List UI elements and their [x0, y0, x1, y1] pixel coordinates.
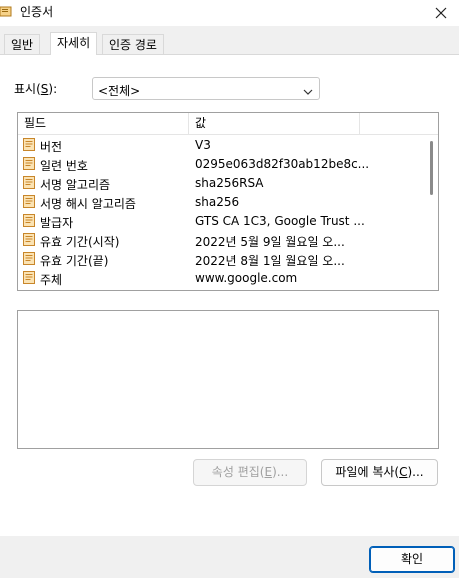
list-item[interactable]: 서명 알고리즘 sha256RSA: [18, 174, 428, 193]
certificate-field-icon: [23, 195, 36, 209]
row-field-name: 주체: [40, 273, 63, 287]
list-item[interactable]: 발급자 GTS CA 1C3, Google Trust ...: [18, 212, 428, 231]
row-field-value: 0295e063d82f30ab12be8c...: [195, 157, 370, 171]
certificate-field-icon: [23, 271, 36, 285]
row-field-value: www.google.com: [195, 271, 298, 285]
row-field-name: 유효 기간(시작): [40, 235, 120, 249]
list-item[interactable]: 서명 해시 알고리즘 sha256: [18, 193, 428, 212]
row-field-value: sha256: [195, 195, 240, 209]
list-rows: 버전 V3 일련 번호 0295e063d82f30ab12be8c... 서명 알고리…: [18, 136, 428, 288]
list-item[interactable]: 주체 www.google.com: [18, 269, 428, 288]
row-field-value: 2022년 8월 1일 월요일 오...: [195, 254, 345, 268]
title-bar: 인증서: [0, 0, 459, 26]
certificate-icon: [0, 6, 12, 18]
scroll-thumb[interactable]: [430, 141, 433, 195]
tab-general[interactable]: 일반: [4, 34, 41, 54]
row-field-name: 일련 번호: [40, 159, 88, 173]
row-field-name: 발급자: [40, 216, 74, 230]
row-field-value: V3: [195, 138, 211, 152]
list-header: 필드 값: [18, 113, 438, 135]
close-button[interactable]: [423, 0, 459, 26]
field-list[interactable]: 필드 값 버전 V3 일련 번호 0295e063d82f30ab12be8c... 서…: [17, 112, 439, 291]
row-field-value: 2022년 5월 9일 월요일 오...: [195, 235, 345, 249]
row-field-name: 서명 해시 알고리즘: [40, 197, 136, 211]
column-header-empty: [360, 113, 438, 134]
copy-to-file-button[interactable]: 파일에 복사(C)...: [321, 459, 438, 486]
ok-button[interactable]: 확인: [369, 546, 455, 573]
certificate-field-icon: [23, 233, 36, 247]
show-select-value: <전체>: [98, 84, 141, 98]
list-item[interactable]: 버전 V3: [18, 136, 428, 155]
window-title: 인증서: [20, 5, 54, 19]
list-item[interactable]: 일련 번호 0295e063d82f30ab12be8c...: [18, 155, 428, 174]
show-select[interactable]: <전체>: [92, 77, 320, 100]
certificate-field-icon: [23, 176, 36, 190]
certificate-dialog: 인증서 일반 자세히 인증 경로 표시(S): <전체> 필드 값 버전 V3 …: [0, 0, 459, 578]
column-header-value[interactable]: 값: [189, 113, 360, 134]
tab-label: 인증 경로: [109, 38, 157, 52]
tab-label: 일반: [11, 38, 34, 52]
certificate-field-icon: [23, 214, 36, 228]
row-field-value: sha256RSA: [195, 176, 264, 190]
row-field-name: 서명 알고리즘: [40, 178, 111, 192]
close-icon: [435, 7, 447, 19]
list-scrollbar[interactable]: [429, 135, 435, 289]
row-field-value: GTS CA 1C3, Google Trust ...: [195, 214, 365, 228]
list-item[interactable]: 유효 기간(끝) 2022년 8월 1일 월요일 오...: [18, 250, 428, 269]
certificate-field-icon: [23, 138, 36, 152]
column-header-field[interactable]: 필드: [18, 113, 189, 134]
certificate-field-icon: [23, 157, 36, 171]
row-field-name: 유효 기간(끝): [40, 254, 109, 268]
certificate-field-icon: [23, 252, 36, 266]
tab-details[interactable]: 자세히: [50, 32, 98, 55]
tab-label: 자세히: [57, 36, 91, 50]
tab-strip: 일반 자세히 인증 경로: [0, 32, 459, 55]
field-detail-box[interactable]: [17, 310, 439, 449]
show-label: 표시(S):: [14, 82, 58, 96]
list-item[interactable]: 유효 기간(시작) 2022년 5월 9일 월요일 오...: [18, 231, 428, 250]
row-field-name: 버전: [40, 140, 63, 154]
edit-properties-button[interactable]: 속성 편집(E)...: [193, 459, 307, 486]
tab-certification-path[interactable]: 인증 경로: [102, 34, 164, 54]
chevron-down-icon: [303, 85, 313, 95]
